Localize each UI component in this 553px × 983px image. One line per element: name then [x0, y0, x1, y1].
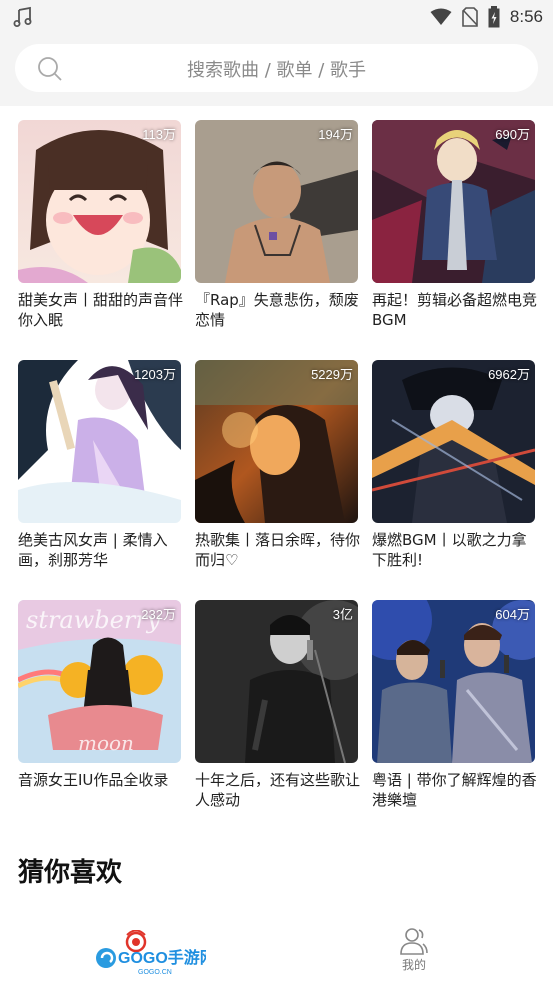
bottom-tab-bar: GOGO手游网 GOGO.CN 我的 [0, 918, 553, 983]
play-count: 3亿 [332, 607, 353, 622]
playlist-cover[interactable]: 194万 [195, 120, 358, 283]
wifi-icon [430, 8, 452, 25]
playlist-title[interactable]: 粤语 | 带你了解辉煌的香港樂壇 [372, 770, 538, 810]
play-count: 6962万 [488, 367, 530, 382]
play-count: 1203万 [134, 367, 176, 382]
logo-subtext: GOGO.CN [138, 969, 172, 976]
playlist-title[interactable]: 音源女王IU作品全收录 [18, 770, 184, 790]
search-header: 搜索歌曲 / 歌单 / 歌手 [0, 36, 553, 106]
playlist-title[interactable]: 十年之后，还有这些歌让人感动 [195, 770, 361, 810]
search-input[interactable]: 搜索歌曲 / 歌单 / 歌手 [15, 44, 538, 92]
play-count: 194万 [318, 127, 353, 142]
playlist-cover[interactable]: 604万 [372, 600, 535, 763]
playlist-title[interactable]: 热歌集丨落日余晖，待你而归♡ [195, 530, 361, 570]
tab-mine-label: 我的 [401, 958, 426, 972]
playlist-cover[interactable]: 6962万 [372, 360, 535, 523]
playlist-cover[interactable]: 113万 [18, 120, 181, 283]
playlist-title[interactable]: 甜美女声丨甜甜的声音伴你入眠 [18, 290, 184, 330]
tab-mine[interactable]: 我的 [396, 926, 432, 973]
playlist-cover[interactable]: 3亿 [195, 600, 358, 763]
guess-you-like-heading: 猜你喜欢 [18, 858, 123, 888]
site-logo: GOGO手游网 GOGO.CN [96, 930, 206, 976]
search-placeholder: 搜索歌曲 / 歌单 / 歌手 [186, 60, 366, 81]
play-count: 604万 [495, 607, 530, 622]
play-count: 690万 [495, 127, 530, 142]
playlist-cover[interactable]: strawberry moon 232万 [18, 600, 181, 763]
svg-text:moon: moon [78, 731, 134, 755]
play-count: 113万 [142, 127, 176, 142]
playlist-title[interactable]: 爆燃BGM丨以歌之力拿下胜利! [372, 530, 538, 570]
logo-text: GOGO手游网 [118, 948, 206, 967]
playlist-title[interactable]: 『Rap』失意悲伤，颓废恋情 [195, 290, 361, 330]
no-sim-icon [462, 7, 478, 27]
playlist-title[interactable]: 再起！剪辑必备超燃电竞BGM [372, 290, 538, 330]
playlist-cover[interactable]: 690万 [372, 120, 535, 283]
playlist-title[interactable]: 绝美古风女声 | 柔情入画，刹那芳华 [18, 530, 184, 570]
playlist-cover[interactable]: 5229万 [195, 360, 358, 523]
user-icon [400, 928, 428, 955]
battery-icon [488, 6, 500, 28]
music-note-icon [13, 6, 32, 27]
status-bar: 8:56 [0, 0, 553, 36]
play-count: 5229万 [311, 367, 353, 382]
play-count: 232万 [141, 607, 176, 622]
clock: 8:56 [509, 7, 543, 26]
playlist-cover[interactable]: 1203万 [18, 360, 181, 523]
